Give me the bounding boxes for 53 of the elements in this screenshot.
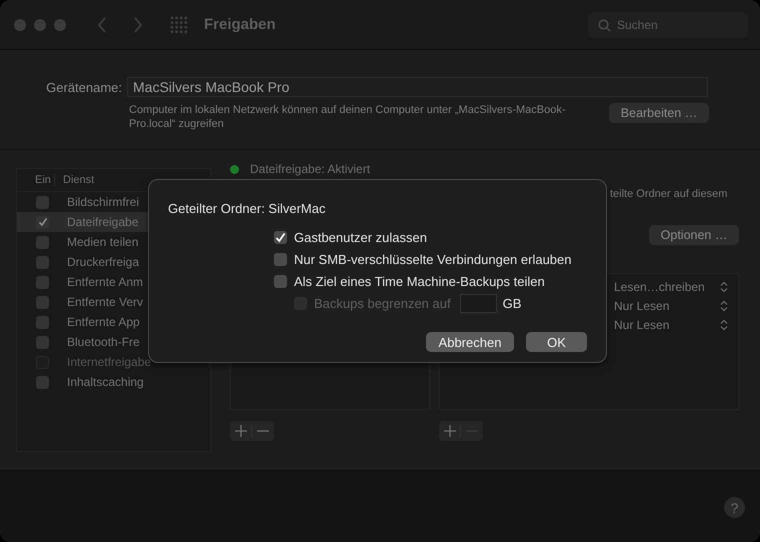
checkbox[interactable]: [36, 216, 49, 228]
window-title: Freigaben: [204, 16, 276, 33]
options-button[interactable]: Optionen …: [649, 225, 739, 245]
checkbox[interactable]: [36, 336, 49, 348]
checkbox[interactable]: [36, 196, 49, 208]
checkbox[interactable]: [274, 230, 287, 244]
device-name-label: Gerätename:: [45, 80, 122, 94]
forward-icon[interactable]: [132, 16, 144, 32]
checkbox[interactable]: [274, 252, 287, 266]
plus-icon: [234, 425, 246, 437]
service-row[interactable]: Bluetooth-Fre: [17, 332, 210, 352]
plus-icon: [444, 425, 456, 437]
description-text: teilte Ordner auf diesem: [610, 188, 728, 200]
stepper-icon[interactable]: [720, 280, 728, 292]
service-row[interactable]: Entfernte Verv: [17, 292, 210, 312]
permission-popup[interactable]: Nur Lesen: [614, 318, 720, 332]
permission-popup[interactable]: Lesen…chreiben: [614, 280, 720, 294]
checkbox[interactable]: [36, 236, 49, 248]
back-icon[interactable]: [96, 16, 108, 32]
stepper-icon[interactable]: [720, 300, 728, 312]
stepper-icon[interactable]: [720, 318, 728, 330]
close-button[interactable]: [14, 18, 26, 30]
service-row[interactable]: Druckerfreiga: [17, 252, 210, 272]
service-row[interactable]: Medien teilen: [17, 232, 210, 252]
column-header: Ein: [17, 173, 55, 187]
column-header: Dienst: [62, 174, 94, 186]
permission-popup[interactable]: Nur Lesen: [614, 298, 720, 312]
checkbox[interactable]: [274, 274, 287, 288]
minimize-button[interactable]: [34, 18, 46, 30]
help-button[interactable]: ?: [724, 497, 745, 518]
status-text: Dateifreigabe: Aktiviert: [250, 162, 370, 176]
checkbox[interactable]: [36, 316, 49, 328]
grid-icon[interactable]: [170, 16, 188, 34]
network-note: Computer im lokalen Netzwerk können auf deinen Computer unter „MacSilvers-MacBook-Pro.local“ zugreifen: [129, 103, 567, 131]
option-label: Backups begrenzen auf: [314, 296, 451, 310]
checkbox[interactable]: [36, 276, 49, 288]
service-row[interactable]: Inhaltscaching: [17, 372, 210, 392]
search-field[interactable]: Suchen: [588, 12, 748, 38]
checkbox[interactable]: [36, 256, 49, 268]
ok-button[interactable]: OK: [526, 332, 587, 352]
search-icon: [598, 18, 611, 32]
unit-label: GB: [502, 296, 522, 310]
option-label: Nur SMB-verschlüsselte Verbindungen erlauben: [294, 252, 572, 266]
edit-button[interactable]: Bearbeiten …: [609, 103, 709, 123]
device-name-field[interactable]: MacSilvers MacBook Pro: [127, 77, 708, 97]
checkbox[interactable]: [36, 296, 49, 308]
cancel-button[interactable]: Abbrechen: [426, 332, 514, 352]
service-row[interactable]: Entfernte App: [17, 312, 210, 332]
zoom-button[interactable]: [54, 18, 66, 30]
option-label: Gastbenutzer zulassen: [294, 230, 427, 244]
option-label: Als Ziel eines Time Machine-Backups teilen: [294, 274, 545, 288]
service-row[interactable]: Entfernte Anm: [17, 272, 210, 292]
checkbox[interactable]: [36, 376, 49, 388]
